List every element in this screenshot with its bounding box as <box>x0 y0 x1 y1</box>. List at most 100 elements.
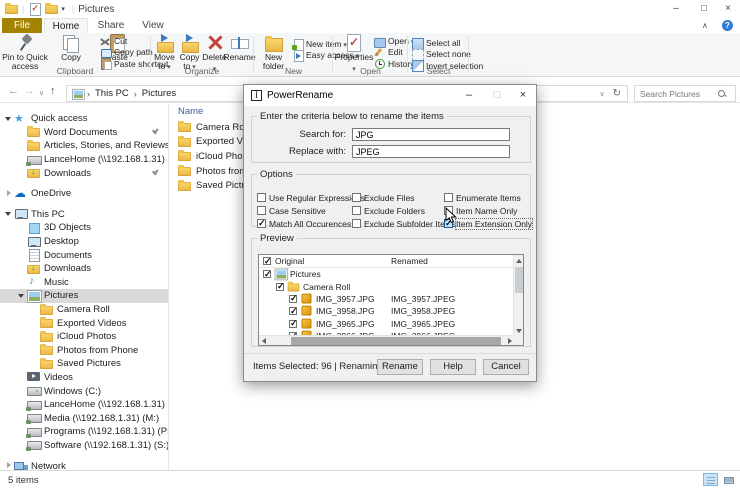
help-icon[interactable]: ? <box>722 20 733 31</box>
expander-icon[interactable] <box>30 305 40 315</box>
expander-icon[interactable] <box>4 209 14 219</box>
tab-file[interactable]: File <box>2 18 42 33</box>
sidebar-item[interactable]: Software (\\192.168.1.31) (S:) <box>0 439 168 453</box>
expander-icon[interactable] <box>30 332 40 342</box>
sidebar-item[interactable]: OneDrive <box>0 186 168 201</box>
horizontal-scroll-thumb[interactable] <box>291 337 501 345</box>
expander-icon[interactable] <box>17 141 27 151</box>
expander-icon[interactable] <box>17 127 27 137</box>
checkbox-icon[interactable] <box>352 206 361 215</box>
sidebar-item[interactable]: Exported Videos <box>0 316 168 330</box>
tab-home[interactable]: Home <box>44 18 88 33</box>
scroll-left-icon[interactable] <box>262 338 266 344</box>
sidebar-item[interactable]: Music <box>0 275 168 290</box>
preview-row[interactable]: IMG_3965.JPG IMG_3965.JPEG <box>259 318 523 330</box>
tab-share[interactable]: Share <box>90 18 132 33</box>
expander-icon[interactable] <box>30 345 40 355</box>
sidebar-item[interactable]: Articles, Stories, and Reviews <box>0 139 168 153</box>
option-checkbox-row[interactable]: Match All Occurences <box>257 217 352 230</box>
select-all-checkbox[interactable] <box>263 256 272 267</box>
column-renamed[interactable]: Renamed <box>391 256 428 266</box>
qat-properties-icon[interactable] <box>28 3 42 16</box>
qat-customize-chevron-icon[interactable]: ▾ <box>61 5 65 13</box>
expander-icon[interactable] <box>17 277 27 287</box>
search-for-input[interactable] <box>352 128 510 141</box>
sidebar-item[interactable]: This PC <box>0 208 168 222</box>
sidebar-item[interactable]: Downloads <box>0 166 168 180</box>
checkbox-icon[interactable] <box>257 193 266 202</box>
details-view-button[interactable] <box>703 473 718 486</box>
column-header-name[interactable]: Name <box>178 106 203 117</box>
sidebar-item[interactable]: LanceHome (\\192.168.1.31) (L:) <box>0 398 168 412</box>
expander-icon[interactable] <box>17 250 27 260</box>
sidebar-item[interactable]: Pictures <box>0 289 168 303</box>
sidebar-item[interactable]: iCloud Photos <box>0 330 168 344</box>
sidebar-item[interactable]: Camera Roll <box>0 303 168 317</box>
sidebar-item[interactable]: Media (\\192.168.1.31) (M:) <box>0 411 168 425</box>
close-button[interactable]: × <box>716 0 740 18</box>
vertical-scrollbar[interactable] <box>513 255 523 337</box>
sidebar-item[interactable]: Windows (C:) <box>0 384 168 398</box>
option-checkbox-row[interactable]: Exclude Subfolder Items <box>352 217 456 230</box>
tab-view[interactable]: View <box>133 18 173 33</box>
checkbox-icon[interactable] <box>257 206 266 215</box>
cancel-button[interactable]: Cancel <box>483 359 529 375</box>
ribbon-big-button[interactable]: Properties <box>335 33 373 65</box>
row-checkbox[interactable] <box>289 293 298 304</box>
preview-row[interactable]: IMG_3958.JPG IMG_3958.JPEG <box>259 305 523 317</box>
ribbon-big-button[interactable]: Copy to <box>177 33 202 70</box>
address-dropdown-icon[interactable]: ∨ <box>599 90 604 98</box>
preview-row[interactable]: Pictures <box>259 268 523 280</box>
sidebar-item[interactable]: Photos from Phone <box>0 344 168 358</box>
dialog-close-button[interactable]: × <box>510 85 536 106</box>
search-input[interactable] <box>635 88 717 99</box>
qat-new-folder-icon[interactable] <box>45 3 59 15</box>
breadcrumb-pictures[interactable]: Pictures <box>140 88 178 99</box>
preview-header[interactable]: Original Renamed <box>259 255 523 268</box>
expander-icon[interactable] <box>4 461 14 470</box>
ribbon-big-button[interactable]: Move to <box>152 33 177 70</box>
ribbon-small-button[interactable]: Select none <box>412 48 483 61</box>
expander-icon[interactable] <box>17 386 27 396</box>
row-checkbox[interactable] <box>289 318 298 329</box>
sidebar-item[interactable]: 3D Objects <box>0 221 168 235</box>
horizontal-scrollbar[interactable] <box>259 335 515 345</box>
sidebar-item[interactable]: Downloads <box>0 262 168 276</box>
thumbnails-view-button[interactable] <box>721 473 736 486</box>
row-checkbox[interactable] <box>263 269 272 280</box>
search-icon[interactable] <box>717 89 727 99</box>
expander-icon[interactable] <box>4 189 14 199</box>
option-checkbox-row[interactable]: Exclude Files <box>352 191 444 204</box>
sidebar-item[interactable]: Saved Pictures <box>0 357 168 371</box>
column-original[interactable]: Original <box>275 256 304 266</box>
ribbon-big-button[interactable]: Rename <box>223 33 256 65</box>
checkbox-icon[interactable] <box>352 219 361 228</box>
dialog-titlebar[interactable]: PowerRename – □ × <box>244 85 536 106</box>
expander-icon[interactable] <box>30 318 40 328</box>
expander-icon[interactable] <box>17 223 27 233</box>
refresh-icon[interactable]: ↻ <box>613 88 621 99</box>
forward-icon[interactable]: → <box>24 85 35 97</box>
history-dropdown-icon[interactable]: ∨ <box>39 88 44 100</box>
ribbon-small-button[interactable]: Select all <box>412 37 483 50</box>
expander-icon[interactable] <box>17 291 27 301</box>
dialog-minimize-button[interactable]: – <box>456 85 482 106</box>
help-button[interactable]: Help <box>430 359 476 375</box>
breadcrumb-this-pc[interactable]: This PC <box>93 88 131 99</box>
expander-icon[interactable] <box>17 372 27 382</box>
row-checkbox[interactable] <box>276 281 285 292</box>
scroll-right-icon[interactable] <box>508 338 512 344</box>
sidebar-item[interactable]: Programs (\\192.168.1.31) (P:) <box>0 425 168 439</box>
sidebar-item[interactable]: Documents <box>0 248 168 263</box>
expander-icon[interactable] <box>17 237 27 247</box>
sidebar-item[interactable]: LanceHome (\\192.168.1.31) (L:) <box>0 153 168 167</box>
sidebar-item[interactable]: Desktop <box>0 235 168 249</box>
checkbox-icon[interactable] <box>444 193 453 202</box>
expander-icon[interactable] <box>30 359 40 369</box>
checkbox-icon[interactable] <box>352 193 361 202</box>
sidebar-item[interactable]: Quick access <box>0 112 168 126</box>
option-checkbox-row[interactable]: Exclude Folders <box>352 204 444 217</box>
sidebar-item[interactable]: Word Documents <box>0 126 168 140</box>
sidebar-item[interactable]: Videos <box>0 371 168 385</box>
up-icon[interactable]: ↑ <box>50 85 56 97</box>
